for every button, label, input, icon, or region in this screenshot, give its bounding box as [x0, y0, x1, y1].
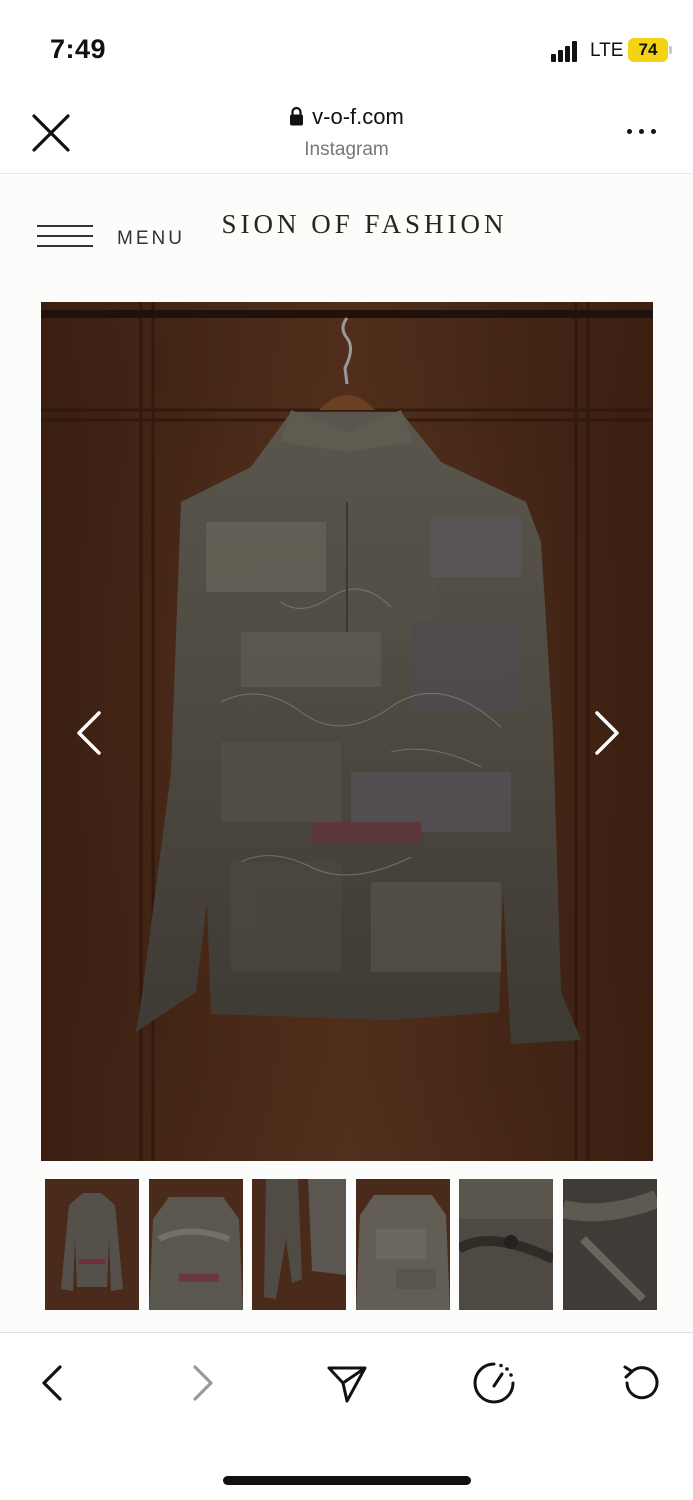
menu-label: MENU [117, 228, 185, 249]
chevron-right-icon [595, 711, 619, 755]
url-domain: v-o-f.com [312, 104, 404, 129]
lock-icon [289, 106, 304, 132]
url-bar[interactable]: v-o-f.com [0, 104, 693, 132]
status-bar: 7:49 LTE 74 [0, 0, 693, 96]
forward-icon [193, 1365, 213, 1401]
thumbnail-4[interactable] [356, 1179, 450, 1310]
source-label: Instagram [304, 139, 389, 160]
battery-tip [669, 46, 672, 54]
more-options-button[interactable] [624, 122, 660, 142]
next-image-button[interactable] [587, 707, 627, 759]
web-page: MENU VISION OF FASHION [0, 175, 693, 1332]
refresh-button[interactable] [617, 1359, 665, 1407]
speed-dial-icon [473, 1362, 515, 1404]
thumbnail-strip [45, 1179, 657, 1311]
shirt-photo [41, 302, 653, 1161]
back-button[interactable] [30, 1359, 78, 1407]
thumbnail-5[interactable] [459, 1179, 553, 1310]
chevron-left-icon [77, 711, 101, 755]
product-image[interactable] [41, 302, 653, 1161]
site-title-text: VISION OF FASHION [219, 209, 508, 239]
cellular-signal-icon [551, 40, 581, 62]
status-time: 7:49 [50, 34, 107, 64]
browser-toolbar [0, 1332, 693, 1500]
home-indicator[interactable] [223, 1476, 471, 1485]
thumbnail-6[interactable] [563, 1179, 657, 1310]
refresh-icon [623, 1365, 659, 1400]
back-icon [42, 1365, 62, 1401]
share-button[interactable] [323, 1359, 371, 1407]
share-icon [327, 1366, 367, 1403]
battery-level: 74 [628, 38, 668, 62]
previous-image-button[interactable] [69, 707, 109, 759]
site-title[interactable]: VISION OF FASHION [219, 209, 693, 249]
network-type: LTE [590, 40, 624, 61]
menu-button[interactable]: MENU [37, 223, 197, 253]
forward-button[interactable] [177, 1359, 225, 1407]
browser-header: v-o-f.com Instagram [0, 96, 693, 174]
speed-dial-button[interactable] [470, 1359, 518, 1407]
thumbnail-2[interactable] [149, 1179, 243, 1310]
thumbnail-1[interactable] [45, 1179, 139, 1310]
thumbnail-3[interactable] [252, 1179, 346, 1310]
